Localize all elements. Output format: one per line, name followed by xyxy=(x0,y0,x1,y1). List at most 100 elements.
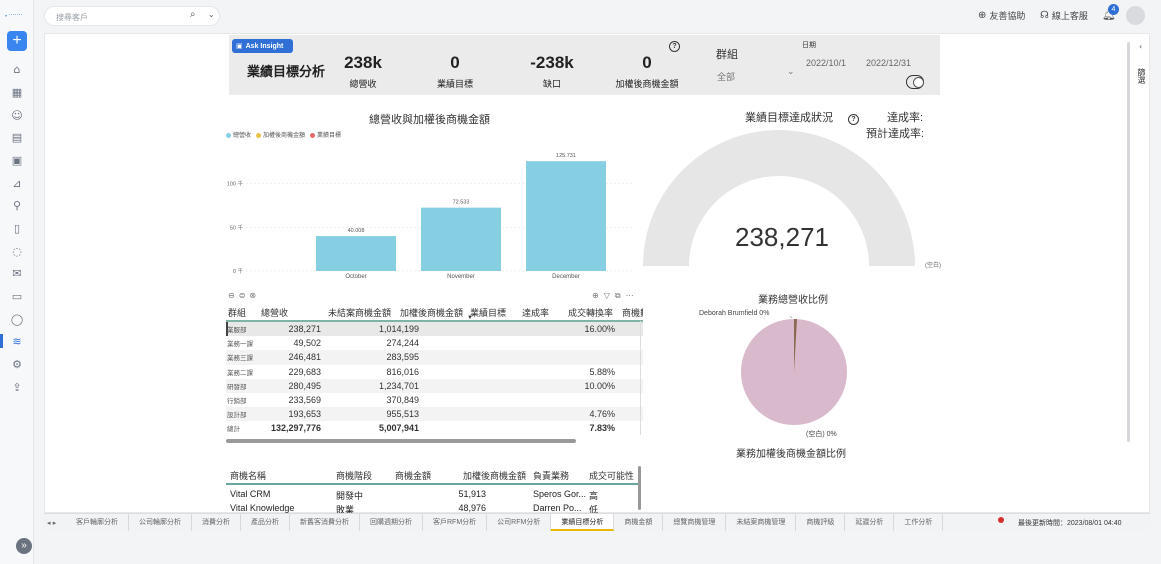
tab-6[interactable]: 客戶RFM分析 xyxy=(423,514,488,531)
date-from-input[interactable]: 2022/10/1 xyxy=(806,58,846,68)
building-icon[interactable]: ▤ xyxy=(9,130,25,146)
col-opp-probability[interactable]: 成交可能性 xyxy=(589,469,634,482)
table-toolbar-icons[interactable]: ⊕▽⧉⋯ xyxy=(592,291,639,301)
table-header: 群組 總營收 未結案商機金額 加權後商機金額 業績目標 ▼ 達成率 成交轉換率 … xyxy=(226,303,643,322)
col-conversion[interactable]: 成交轉換率 xyxy=(568,306,613,319)
comment-icon[interactable]: ◯ xyxy=(9,312,25,328)
export-icon[interactable]: ⇪ xyxy=(9,380,25,396)
chevron-down-icon[interactable]: ⌄ xyxy=(787,67,795,77)
search-box[interactable]: 搜尋客戶 ⌕ ⌄ xyxy=(44,6,220,26)
table-row[interactable]: Vital Knowledge 敗業 48,976 Darren Po... 低 xyxy=(226,499,640,515)
table-total-row: 總計 132,297,776 5,007,941 7.83% xyxy=(227,423,615,434)
table-row[interactable]: 設計部 193,653 955,513 4.76% xyxy=(226,407,643,422)
date-to-input[interactable]: 2022/12/31 xyxy=(866,58,911,68)
new-button[interactable]: + xyxy=(7,31,27,51)
home-icon[interactable]: ⌂ xyxy=(9,62,25,78)
bell-icon[interactable]: 🔔︎ 4 xyxy=(1102,4,1119,21)
pie-chart[interactable] xyxy=(738,316,850,428)
opportunity-table-scrollbar[interactable] xyxy=(638,466,641,510)
avatar[interactable] xyxy=(1126,6,1145,25)
group-filter-select[interactable]: 全部 xyxy=(717,70,735,83)
tab-9[interactable]: 商機金額 xyxy=(614,514,664,531)
contacts-icon[interactable]: ☺ xyxy=(9,108,25,124)
bar-chart-title: 總營收與加權後商機金額 xyxy=(369,114,490,126)
headset-icon: ☊ xyxy=(1040,10,1049,21)
table-header-icons[interactable]: ⊖⊜⊗ xyxy=(228,291,260,300)
contract-icon[interactable]: ▭ xyxy=(9,289,25,305)
col-weighted[interactable]: 加權後商機金額 xyxy=(400,306,463,319)
opportunity-table-header: 商機名稱 商機階段 商機金額 加權後商機金額 負責業務 成交可能性 xyxy=(226,465,640,485)
col-opp-stage[interactable]: 商機階段 xyxy=(336,469,372,482)
table-row[interactable]: 研發部 280,495 1,234,701 10.00% xyxy=(226,378,643,393)
kpi-gap-label: 缺口 xyxy=(542,79,561,89)
document-icon[interactable]: ▯ xyxy=(9,221,25,237)
data-label: 72.533 xyxy=(453,200,470,206)
collapse-filters-icon[interactable]: ‹ xyxy=(1139,42,1142,51)
campaign-icon[interactable]: ⊿ xyxy=(9,176,25,192)
tab-10[interactable]: 總覽商機管理 xyxy=(663,514,727,531)
support-link[interactable]: ☊ 線上客服 xyxy=(1040,9,1088,22)
tab-4[interactable]: 新舊客消費分析 xyxy=(290,514,360,531)
mail-icon[interactable]: ✉ xyxy=(9,266,25,282)
legend-item-revenue[interactable]: 總營收 xyxy=(226,130,251,139)
ask-insight-button[interactable]: ▣ Ask Insight xyxy=(232,39,293,53)
legend-item-target[interactable]: 業績目標 xyxy=(310,130,341,139)
bar[interactable] xyxy=(421,207,501,271)
vertical-scrollbar[interactable] xyxy=(1127,42,1130,442)
summary-table: 群組 總營收 未結案商機金額 加權後商機金額 業績目標 ▼ 達成率 成交轉換率 … xyxy=(226,303,643,436)
filters-pane-tab[interactable]: 篩選 xyxy=(1137,68,1147,84)
table-row[interactable]: 業服部 238,271 1,014,199 16.00% xyxy=(226,322,643,337)
col-open[interactable]: 未結案商機金額 xyxy=(328,306,391,319)
settings-icon[interactable]: ⚙ xyxy=(9,357,25,373)
col-rate[interactable]: 達成率 xyxy=(522,306,549,319)
task-icon[interactable]: ▣ xyxy=(9,153,25,169)
col-target[interactable]: 業績目標 xyxy=(470,306,506,319)
help-link[interactable]: ⊕ 友善協助 xyxy=(978,9,1025,22)
col-opp-weighted[interactable]: 加權後商機金額 xyxy=(463,469,526,482)
active-indicator xyxy=(0,334,3,348)
tab-12[interactable]: 商機評級 xyxy=(796,514,846,531)
col-opp-owner[interactable]: 負責業務 xyxy=(533,469,569,482)
table-row[interactable]: 業務三課 246,481 283,595 xyxy=(226,350,643,365)
col-opp-amount[interactable]: 商機金額 xyxy=(395,469,431,482)
kpi-weighted-label: 加權後商機金額 xyxy=(615,79,679,89)
help-icon[interactable]: ? xyxy=(848,114,859,125)
location-icon[interactable]: ⚲ xyxy=(9,198,25,214)
tab-8-active[interactable]: 業績目標分析 xyxy=(551,514,615,531)
tab-3[interactable]: 產品分析 xyxy=(241,514,290,531)
help-icon[interactable]: ? xyxy=(669,41,680,52)
bar[interactable] xyxy=(316,236,396,271)
tab-scroll-arrows[interactable]: ◂ ▸ xyxy=(44,514,66,531)
insight-icon: ▣ xyxy=(236,42,243,50)
tab-13[interactable]: 延遲分析 xyxy=(845,514,895,531)
chat-icon[interactable]: ◌ xyxy=(9,244,25,260)
col-count[interactable]: 商機數 xyxy=(622,306,643,319)
expand-sidebar-button[interactable]: » xyxy=(16,538,32,554)
sort-desc-icon[interactable]: ▼ xyxy=(467,315,473,321)
search-icon[interactable]: ⌕ xyxy=(190,9,196,20)
tab-1[interactable]: 公司輪廓分析 xyxy=(129,514,192,531)
search-input[interactable]: 搜尋客戶 xyxy=(56,12,88,23)
legend-item-weighted[interactable]: 加權後商機金額 xyxy=(256,130,305,139)
col-opp-name[interactable]: 商機名稱 xyxy=(230,469,266,482)
bar-chart[interactable]: 100 千 50 千 0 千 40.008 October 72.533 November 1… xyxy=(220,140,640,285)
horizontal-scrollbar[interactable] xyxy=(226,439,576,443)
table-row[interactable]: Vital CRM 開發中 51,913 Speros Gor... 高 xyxy=(226,485,640,501)
table-row[interactable]: 行銷部 233,569 370,849 xyxy=(226,393,643,407)
update-status-icon xyxy=(998,517,1004,523)
table-row[interactable]: 業務一課 49,502 274,244 xyxy=(226,336,643,350)
tab-11[interactable]: 未結案商機管理 xyxy=(726,514,797,531)
col-revenue[interactable]: 總營收 xyxy=(261,306,288,319)
tab-2[interactable]: 消費分析 xyxy=(192,514,241,531)
analytics-icon[interactable]: ≋ xyxy=(9,334,25,350)
tab-5[interactable]: 回購週期分析 xyxy=(360,514,423,531)
bar[interactable] xyxy=(526,161,606,271)
calendar-icon[interactable]: ▦ xyxy=(9,85,25,101)
tab-0[interactable]: 客戶輪廓分析 xyxy=(66,514,129,531)
tab-14[interactable]: 工作分析 xyxy=(894,514,944,531)
col-group[interactable]: 群組 xyxy=(228,306,246,319)
date-slider-handle[interactable] xyxy=(906,75,924,89)
chevron-down-icon[interactable]: ⌄ xyxy=(208,10,215,19)
tab-7[interactable]: 公司RFM分析 xyxy=(487,514,552,531)
table-row[interactable]: 業務二課 229,683 816,016 5.88% xyxy=(226,365,643,379)
